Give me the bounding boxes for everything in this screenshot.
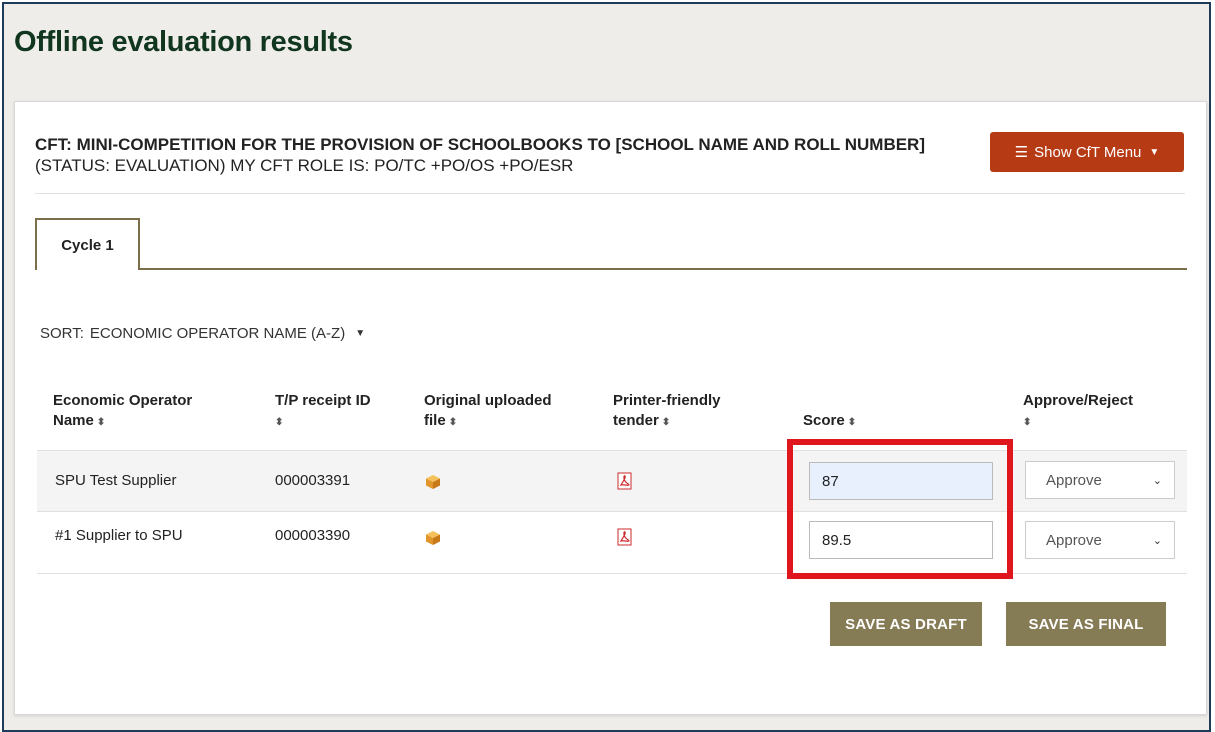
list-icon: ☰ [1014,144,1029,161]
divider [35,193,1185,194]
save-as-final-button[interactable]: SAVE AS FINAL [1006,602,1166,646]
header-printer-tender[interactable]: Printer-friendly tender ⬍ [613,391,721,433]
sort-icon: ⬍ [275,417,284,428]
header-score[interactable]: Score ⬍ [803,411,856,433]
header-text: Original uploaded [424,392,552,409]
chevron-down-icon: ⌄ [1152,534,1162,547]
show-cft-menu-label: Show CfT Menu [1034,143,1142,161]
save-as-draft-button[interactable]: SAVE AS DRAFT [830,602,982,646]
header-text: T/P receipt ID [275,392,371,409]
score-input[interactable] [809,462,993,500]
sort-label: SORT: [40,325,84,342]
header-text: Printer-friendly [613,392,721,409]
approve-reject-select[interactable]: Approve ⌄ [1025,461,1175,499]
operator-name: #1 Supplier to SPU [55,527,183,544]
header-text: tender [613,412,659,429]
cft-panel: CFT: MINI-COMPETITION FOR THE PROVISION … [14,101,1207,715]
sort-icon: ⬍ [847,417,857,428]
table-row [37,450,1187,512]
select-value: Approve [1046,531,1102,549]
sort-dropdown[interactable]: SORT: ECONOMIC OPERATOR NAME (A-Z) ▼ [40,325,365,342]
score-input[interactable] [809,521,993,559]
cft-title: MINI-COMPETITION FOR THE PROVISION OF SC… [76,135,925,154]
operator-name: SPU Test Supplier [55,472,177,489]
table-row [37,511,1187,574]
sort-icon: ⬍ [1023,417,1032,428]
header-original-file[interactable]: Original uploaded file ⬍ [424,391,552,433]
tab-cycle-1[interactable]: Cycle 1 [35,218,140,270]
cft-roles: PO/TC +PO/OS +PO/ESR [374,156,574,175]
cft-prefix: CFT: [35,135,72,154]
sort-icon: ⬍ [661,417,671,428]
page-frame: Offline evaluation results CFT: MINI-COM… [2,2,1211,732]
show-cft-menu-button[interactable]: ☰ Show CfT Menu ▼ [990,132,1184,172]
sort-icon: ⬍ [96,417,106,428]
pdf-icon[interactable] [617,528,633,546]
header-text: file [424,412,446,429]
caret-down-icon: ▼ [355,328,366,339]
header-operator-name[interactable]: Economic Operator Name ⬍ [53,391,192,433]
header-text: Approve/Reject [1023,392,1134,409]
approve-reject-select[interactable]: Approve ⌄ [1025,521,1175,559]
sort-icon: ⬍ [448,417,458,428]
package-icon[interactable] [425,530,441,546]
cft-status: (STATUS: EVALUATION) MY CFT ROLE IS: [35,156,370,175]
select-value: Approve [1046,471,1102,489]
receipt-id: 000003390 [275,527,351,544]
page-title: Offline evaluation results [14,26,353,58]
header-text: Name [53,412,94,429]
package-icon[interactable] [425,474,441,490]
caret-down-icon: ▼ [1149,146,1160,158]
pdf-icon[interactable] [617,472,633,490]
header-text: Economic Operator [53,392,193,409]
chevron-down-icon: ⌄ [1152,474,1162,487]
cft-header: CFT: MINI-COMPETITION FOR THE PROVISION … [35,134,965,176]
sort-value: ECONOMIC OPERATOR NAME (A-Z) [89,325,346,342]
tab-underline [140,268,1187,270]
header-approve-reject[interactable]: Approve/Reject ⬍ [1023,391,1133,433]
header-text: Score [803,412,845,429]
tab-label: Cycle 1 [61,236,114,254]
receipt-id: 000003391 [275,472,351,489]
header-receipt-id[interactable]: T/P receipt ID ⬍ [275,391,371,433]
